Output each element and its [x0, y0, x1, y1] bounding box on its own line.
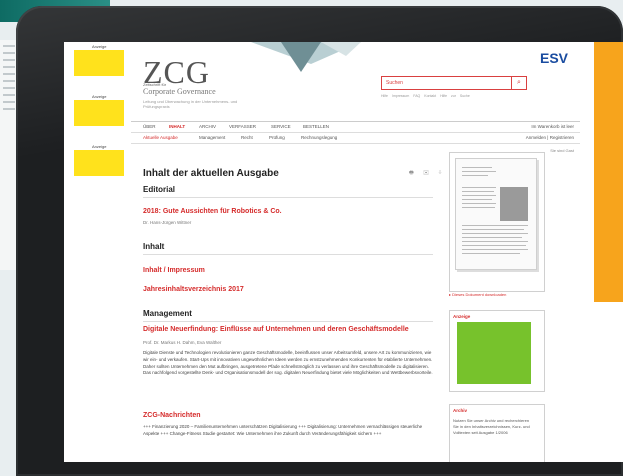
nav-item-service[interactable]: SERVICE: [271, 124, 291, 129]
page-title: Inhalt der aktuellen Ausgabe: [143, 168, 279, 179]
section-heading-inhalt: Inhalt: [143, 242, 165, 251]
tablet-frame: Anzeige Anzeige Anzeige ZCG Zeitschrift …: [16, 6, 623, 476]
ad-card-label: Anzeige: [453, 314, 471, 319]
divider: [143, 321, 433, 322]
nav-item-ueber[interactable]: ÜBER: [143, 124, 156, 129]
download-label: Dieses Dokument downloaden: [452, 292, 507, 297]
article-teaser: Digitale Dienste und Technologien revolu…: [143, 350, 433, 376]
main-page: ZCG Zeitschrift für Corporate Governance…: [131, 42, 580, 462]
subnav-item-rechnungslegung[interactable]: Rechnungslegung: [301, 135, 337, 140]
article-author: Dr. Hans-Jürgen Wittner: [143, 220, 192, 225]
nav-item-inhalt[interactable]: INHALT: [169, 124, 185, 129]
ad-label: Anzeige: [92, 94, 107, 99]
subnav-item-pruefung[interactable]: Prüfung: [269, 135, 285, 140]
logo-tagline: Leitung und Überwachung in der Unternehm…: [143, 99, 238, 109]
article-author: Prof. Dr. Markus H. Dahm, Eva Walther: [143, 340, 222, 345]
search-placeholder: Suchen: [386, 80, 403, 86]
nav-item-archiv[interactable]: ARCHIV: [199, 124, 216, 129]
browser-screen: Anzeige Anzeige Anzeige ZCG Zeitschrift …: [64, 42, 623, 462]
section-heading-editorial: Editorial: [143, 185, 176, 194]
ad-skyscraper[interactable]: [594, 42, 623, 302]
publisher-name: ESV: [539, 50, 568, 66]
guest-status: Sie sind Gast: [550, 148, 574, 153]
news-teaser: +++ Finanzierung 2020 – Familienunterneh…: [143, 424, 423, 436]
archive-text[interactable]: Nutzen Sie unser Archiv und recherchiere…: [453, 418, 533, 436]
esv-logo[interactable]: ESV: [540, 50, 568, 66]
subnav-item-recht[interactable]: Recht: [241, 135, 253, 140]
article-link-editorial[interactable]: 2018: Gute Aussichten für Robotics & Co.: [143, 208, 282, 215]
author-photo: [500, 187, 528, 221]
ad-label: Anzeige: [92, 144, 107, 149]
subnav-item-aktuelle-ausgabe[interactable]: Aktuelle Ausgabe: [143, 135, 178, 140]
article-link-zcg-nachrichten[interactable]: ZCG-Nachrichten: [143, 412, 201, 419]
ad-label: Anzeige: [92, 44, 107, 49]
divider: [143, 254, 433, 255]
subnav-item-management[interactable]: Management: [199, 135, 225, 140]
ad-banner[interactable]: [74, 150, 124, 176]
ad-banner-green[interactable]: [457, 322, 531, 384]
section-heading-management: Management: [143, 309, 192, 318]
login-register-link[interactable]: Anmelden | Registrieren: [526, 135, 574, 140]
cart-status[interactable]: Im Warenkorb ist leer: [531, 124, 574, 129]
ad-banner[interactable]: [74, 100, 124, 126]
article-link-digitale-neuerfindung[interactable]: Digitale Neuerfindung: Einflüsse auf Unt…: [143, 326, 409, 333]
download-document-link[interactable]: ▸ Dieses Dokument downloaden: [449, 292, 506, 297]
nav-item-bestellen[interactable]: BESTELLEN: [303, 124, 329, 129]
header-decoration: [251, 42, 361, 72]
main-nav: ÜBER INHALT ARCHIV VERFASSER SERVICE BES…: [131, 121, 580, 132]
article-link-jahresinhalt[interactable]: Jahresinhaltsverzeichnis 2017: [143, 286, 244, 293]
ad-banner[interactable]: [74, 50, 124, 76]
divider: [143, 197, 433, 198]
search-icon[interactable]: ⌕: [511, 77, 526, 89]
sub-nav: Aktuelle Ausgabe Management Recht Prüfun…: [131, 132, 580, 144]
search-input[interactable]: Suchen ⌕: [381, 76, 527, 90]
document-preview[interactable]: [455, 158, 537, 270]
page-tools-icons[interactable]: 🖶 ✉ ⇩: [409, 170, 446, 178]
article-link-impressum[interactable]: Inhalt / Impressum: [143, 267, 205, 274]
nav-item-verfasser[interactable]: VERFASSER: [229, 124, 256, 129]
search-links[interactable]: Hilfe Impressum FAQ Kontakt Hilfe zur Su…: [381, 94, 531, 98]
logo-subtitle: Corporate Governance: [143, 87, 216, 96]
archive-title: Archiv: [453, 408, 468, 413]
